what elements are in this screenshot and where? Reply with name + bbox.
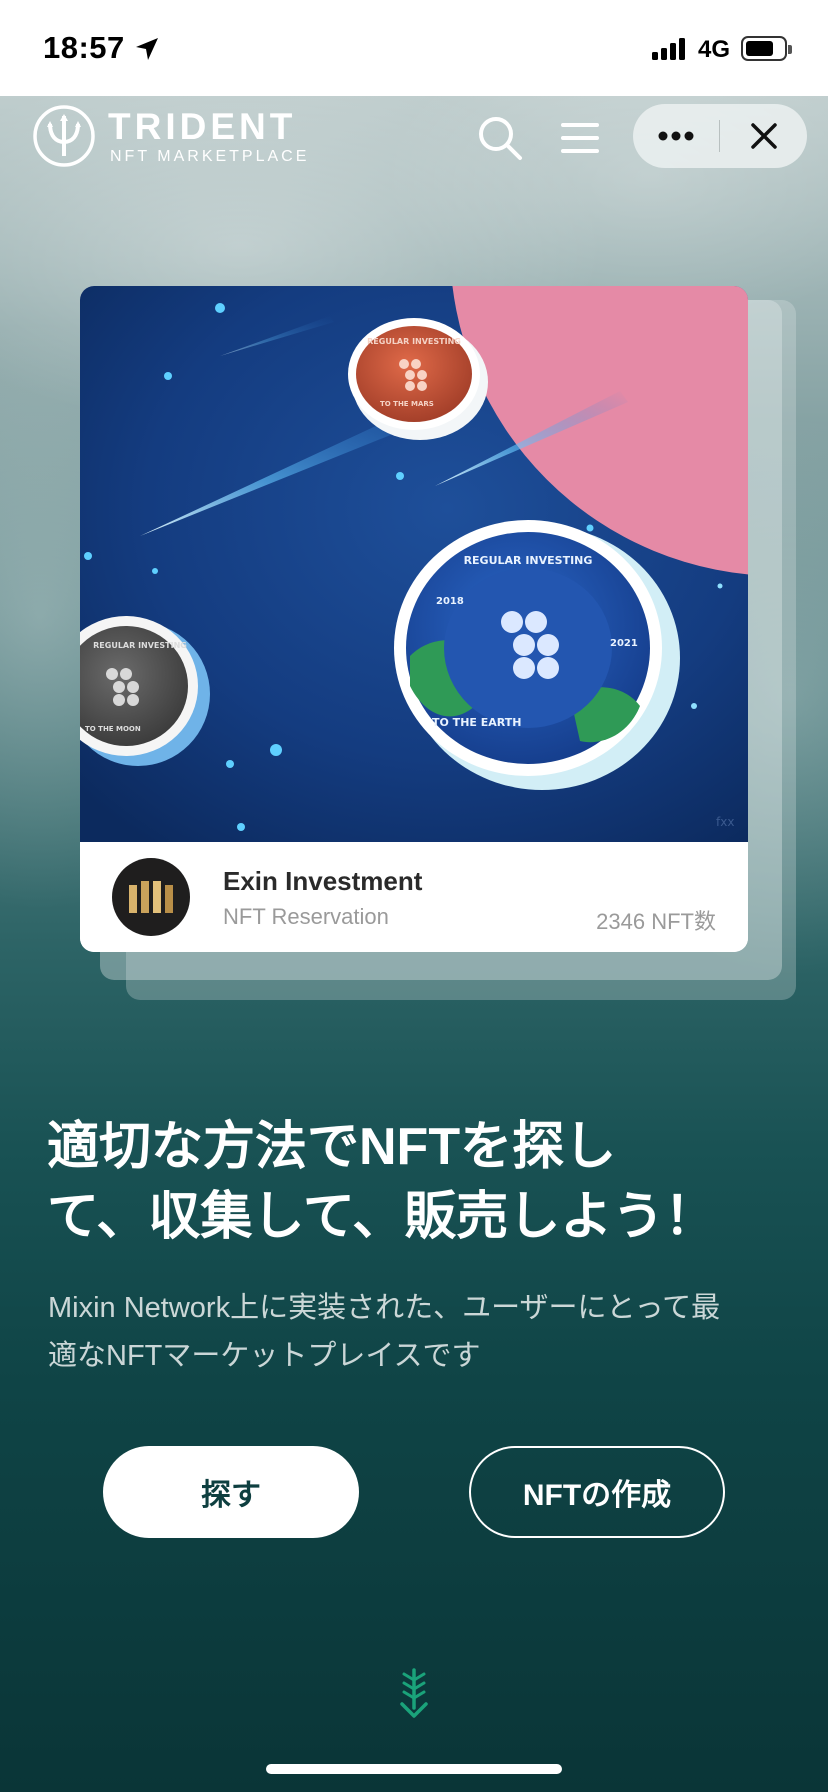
description-line-2: 適なNFTマーケットプレイスです — [48, 1340, 481, 1372]
big-coin-year-right: 2021 — [610, 638, 638, 649]
create-nft-button[interactable]: NFTの作成 — [469, 1446, 725, 1538]
big-coin-year-left: 2018 — [436, 596, 464, 607]
art-watermark: fxx — [716, 815, 734, 829]
featured-nft-card[interactable]: REGULAR INVESTING TO THE MARS REGULAR IN… — [80, 286, 748, 952]
mini-program-capsule — [633, 104, 807, 168]
exin-logo-icon — [129, 881, 173, 913]
hamburger-menu-icon[interactable] — [560, 118, 600, 158]
hero-headline: 適切な方法でNFTを探し て、収集して、販売しよう！ — [47, 1112, 787, 1252]
red-coin-bottom-text: TO THE MARS — [380, 400, 434, 408]
headline-line-2: て、収集して、販売しよう！ — [47, 1188, 717, 1246]
hero-description: Mixin Network上に実装された、ユーザーにとって最 適なNFTマーケッ… — [48, 1284, 788, 1380]
close-button[interactable] — [721, 104, 807, 168]
collection-subtitle: NFT Reservation — [223, 904, 389, 929]
gray-coin-bottom-text: TO THE MOON — [85, 725, 141, 733]
card-info: Exin Investment NFT Reservation 2346 NFT… — [80, 842, 748, 952]
battery-icon — [741, 36, 792, 61]
signal-icon — [652, 38, 685, 60]
search-icon[interactable] — [476, 114, 524, 162]
more-button[interactable] — [633, 104, 719, 168]
brand-name: TRIDENT — [108, 106, 297, 147]
network-type: 4G — [698, 36, 731, 63]
headline-line-1: 適切な方法でNFTを探し — [47, 1118, 617, 1176]
gray-coin-top-text: REGULAR INVESTING — [93, 641, 187, 650]
scroll-down-icon[interactable] — [396, 1668, 432, 1720]
nft-artwork: REGULAR INVESTING TO THE MARS REGULAR IN… — [80, 286, 748, 842]
collection-name: Exin Investment — [223, 866, 423, 896]
big-coin-bottom-text: TO THE EARTH — [432, 716, 521, 729]
home-indicator[interactable] — [266, 1764, 562, 1774]
red-coin-top-text: REGULAR INVESTING — [367, 337, 461, 346]
description-line-1: Mixin Network上に実装された、ユーザーにとって最 — [48, 1292, 721, 1324]
more-icon — [658, 131, 694, 141]
status-bar: 18:57 4G — [0, 0, 828, 96]
collection-avatar — [112, 858, 190, 936]
nft-count: 2346 NFT数 — [596, 909, 716, 934]
status-time: 18:57 — [43, 30, 125, 65]
big-coin-top-text: REGULAR INVESTING — [464, 554, 593, 567]
location-arrow-icon — [136, 38, 158, 60]
close-icon — [751, 123, 777, 149]
brand-subtitle: NFT MARKETPLACE — [110, 148, 310, 165]
capsule-divider — [719, 120, 720, 152]
trident-logo-icon — [33, 105, 95, 167]
explore-button[interactable]: 探す — [103, 1446, 359, 1538]
